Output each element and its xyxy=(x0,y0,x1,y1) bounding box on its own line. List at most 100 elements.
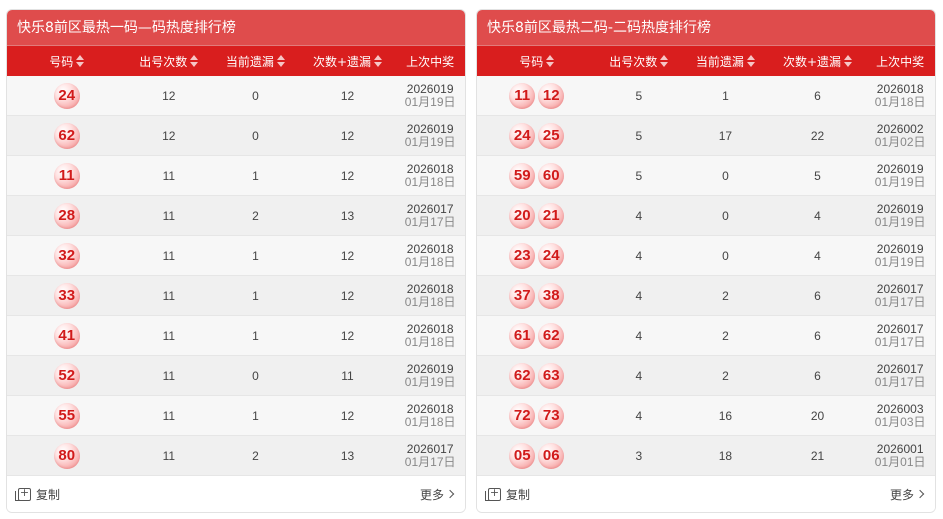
number-ball: 05 xyxy=(509,442,536,469)
issue-date: 01月18日 xyxy=(404,254,456,269)
issue-number: 2026019 xyxy=(406,361,454,376)
count-cell: 5 xyxy=(635,128,643,143)
table-row: 80 11 2 13 2026017 01月17日 xyxy=(7,436,465,476)
number-ball: 11 xyxy=(53,162,80,189)
issue-number: 2026017 xyxy=(406,441,454,456)
table-header: 号码 出号次数 当前遗漏 次数+遗漏 上次中奖 xyxy=(7,46,465,76)
last-win-cell: 2026017 01月17日 xyxy=(395,196,465,235)
number-ball: 11 xyxy=(509,82,536,109)
more-link[interactable]: 更多 xyxy=(420,486,455,503)
more-label: 更多 xyxy=(889,487,914,502)
miss-cell: 1 xyxy=(252,288,259,303)
table-row: 24 12 0 12 2026019 01月19日 xyxy=(7,76,465,116)
copy-button[interactable]: 复制 xyxy=(485,486,530,503)
header-count[interactable]: 出号次数 xyxy=(596,46,681,76)
sum-cell: 21 xyxy=(810,448,825,463)
issue-date: 01月17日 xyxy=(874,294,926,309)
number-ball: 41 xyxy=(53,322,80,349)
issue-number: 2026018 xyxy=(406,281,454,296)
miss-cell: 2 xyxy=(252,208,259,223)
number-ball: 12 xyxy=(538,82,565,109)
table-row: 05 06 3 18 21 2026001 01月01日 xyxy=(477,436,935,476)
sum-cell: 13 xyxy=(340,448,355,463)
issue-date: 01月19日 xyxy=(874,174,926,189)
number-cell: 62 63 xyxy=(477,356,596,395)
miss-cell: 1 xyxy=(252,168,259,183)
issue-number: 2026019 xyxy=(876,241,924,256)
header-last-win: 上次中奖 xyxy=(406,54,455,69)
sum-cell: 6 xyxy=(814,288,821,303)
sum-cell: 6 xyxy=(814,368,821,383)
issue-number: 2026019 xyxy=(876,161,924,176)
header-number[interactable]: 号码 xyxy=(7,46,126,76)
count-cell: 4 xyxy=(635,408,643,423)
sort-icon[interactable] xyxy=(546,55,555,67)
miss-cell: 2 xyxy=(722,328,729,343)
number-ball: 24 xyxy=(538,242,565,269)
sum-cell: 4 xyxy=(814,208,821,223)
sort-icon[interactable] xyxy=(276,55,285,67)
table-row: 62 12 0 12 2026019 01月19日 xyxy=(7,116,465,156)
number-ball: 55 xyxy=(53,402,80,429)
issue-number: 2026017 xyxy=(406,201,454,216)
panel-footer: 复制 更多 xyxy=(477,476,935,512)
table-row: 72 73 4 16 20 2026003 01月03日 xyxy=(477,396,935,436)
number-cell: 23 24 xyxy=(477,236,596,275)
miss-cell: 0 xyxy=(722,168,729,183)
issue-date: 01月01日 xyxy=(874,454,926,469)
header-miss[interactable]: 当前遗漏 xyxy=(681,46,770,76)
sum-cell: 4 xyxy=(814,248,821,263)
miss-cell: 2 xyxy=(252,448,259,463)
header-count[interactable]: 出号次数 xyxy=(126,46,211,76)
sum-cell: 12 xyxy=(340,288,355,303)
copy-icon xyxy=(15,486,31,501)
table-row: 59 60 5 0 5 2026019 01月19日 xyxy=(477,156,935,196)
count-cell: 11 xyxy=(162,368,176,383)
last-win-cell: 2026017 01月17日 xyxy=(865,316,935,355)
issue-number: 2026017 xyxy=(876,361,924,376)
table-row: 20 21 4 0 4 2026019 01月19日 xyxy=(477,196,935,236)
number-cell: 24 xyxy=(7,76,126,115)
header-sum[interactable]: 次数+遗漏 xyxy=(300,46,396,76)
number-ball: 20 xyxy=(509,202,536,229)
miss-cell: 18 xyxy=(718,448,733,463)
more-link[interactable]: 更多 xyxy=(889,486,925,503)
panel-title: 快乐8前区最热二码-二码热度排行榜 xyxy=(477,10,935,46)
number-ball: 80 xyxy=(53,442,80,469)
number-cell: 55 xyxy=(7,396,126,435)
number-ball: 32 xyxy=(53,242,80,269)
sort-icon[interactable] xyxy=(76,55,85,67)
panel-footer: 复制 更多 xyxy=(7,476,465,512)
table-row: 28 11 2 13 2026017 01月17日 xyxy=(7,196,465,236)
number-ball: 61 xyxy=(509,322,536,349)
miss-cell: 0 xyxy=(252,128,259,143)
sort-icon[interactable] xyxy=(844,55,853,67)
sort-icon[interactable] xyxy=(746,55,755,67)
table-row: 32 11 1 12 2026018 01月18日 xyxy=(7,236,465,276)
table-row: 37 38 4 2 6 2026017 01月17日 xyxy=(477,276,935,316)
copy-button[interactable]: 复制 xyxy=(15,486,60,503)
miss-cell: 2 xyxy=(722,368,729,383)
number-ball: 72 xyxy=(509,402,536,429)
issue-date: 01月19日 xyxy=(404,94,456,109)
issue-date: 01月19日 xyxy=(404,374,456,389)
number-ball: 62 xyxy=(509,362,536,389)
header-sum[interactable]: 次数+遗漏 xyxy=(770,46,866,76)
miss-cell: 0 xyxy=(722,248,729,263)
header-miss[interactable]: 当前遗漏 xyxy=(211,46,300,76)
header-number[interactable]: 号码 xyxy=(477,46,596,76)
number-cell: 20 21 xyxy=(477,196,596,235)
number-ball: 52 xyxy=(53,362,80,389)
sum-cell: 12 xyxy=(340,248,355,263)
issue-number: 2026018 xyxy=(406,401,454,416)
sort-icon[interactable] xyxy=(374,55,383,67)
issue-date: 01月18日 xyxy=(404,174,456,189)
count-cell: 11 xyxy=(162,248,176,263)
last-win-cell: 2026019 01月19日 xyxy=(865,156,935,195)
number-ball: 24 xyxy=(509,122,536,149)
sort-icon[interactable] xyxy=(190,55,199,67)
count-cell: 11 xyxy=(162,448,176,463)
number-ball: 21 xyxy=(538,202,565,229)
sort-icon[interactable] xyxy=(660,55,669,67)
miss-cell: 1 xyxy=(722,88,729,103)
